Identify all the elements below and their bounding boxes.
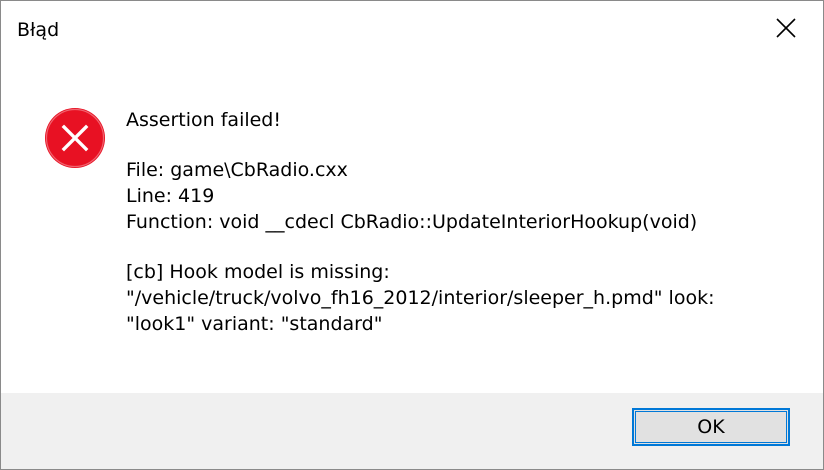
message-text: Assertion failed! File: game\CbRadio.cxx… — [126, 107, 806, 337]
message-detail-3: "look1" variant: "standard" — [126, 313, 383, 335]
message-detail-2: "/vehicle/truck/volvo_fh16_2012/interior… — [126, 287, 715, 309]
message-detail-1: [cb] Hook model is missing: — [126, 261, 390, 283]
error-icon — [45, 108, 105, 168]
dialog-title: Błąd — [17, 19, 60, 41]
close-button[interactable] — [757, 1, 823, 59]
error-dialog: Błąd Assertion failed! File: game\CbRadi… — [0, 0, 824, 470]
close-icon — [776, 18, 796, 38]
button-bar: OK — [1, 393, 823, 469]
ok-button[interactable]: OK — [632, 408, 790, 446]
message-file: File: game\CbRadio.cxx — [126, 159, 348, 181]
message-line: Line: 419 — [126, 185, 215, 207]
message-function: Function: void __cdecl CbRadio::UpdateIn… — [126, 211, 698, 233]
dialog-content: Assertion failed! File: game\CbRadio.cxx… — [1, 59, 823, 393]
message-heading: Assertion failed! — [126, 109, 281, 131]
title-bar[interactable]: Błąd — [1, 1, 823, 59]
